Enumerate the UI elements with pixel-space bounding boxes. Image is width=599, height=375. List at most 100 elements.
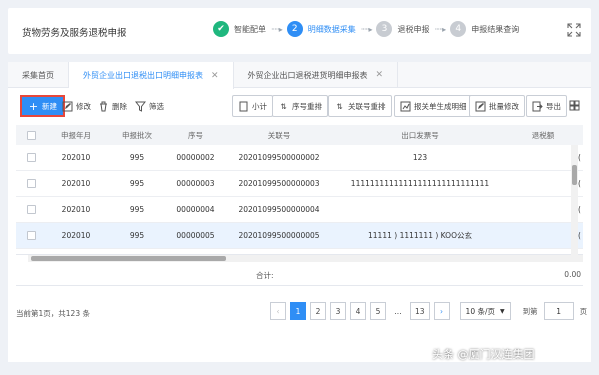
- column-header[interactable]: 申报批次: [106, 125, 168, 145]
- table-cell: 20201099500000003: [238, 179, 320, 188]
- export-button[interactable]: 导出: [526, 95, 567, 117]
- batch-edit-button[interactable]: 批量修改: [469, 95, 525, 117]
- step-number: 4: [450, 21, 467, 37]
- edit-button[interactable]: 修改: [62, 95, 91, 117]
- detail-table: 申报年月 申报批次 序号 关联号 出口发票号 退税额 202010 995 00…: [16, 125, 583, 255]
- sort-icon: ⇅: [336, 101, 343, 111]
- checkbox[interactable]: [26, 205, 36, 214]
- step-arrow-icon: ·····▸: [271, 24, 283, 34]
- goto-page-input[interactable]: [543, 302, 574, 320]
- new-button[interactable]: + 新建: [20, 95, 65, 117]
- toolbar: + 新建 修改 删除 筛选 小计 ⇅ 序号重排 ⇅ 关联号重排 报关单生成明细 …: [8, 95, 591, 117]
- table-cell: 00000004: [176, 205, 215, 214]
- checkbox[interactable]: [26, 153, 36, 162]
- export-label: 导出: [546, 101, 561, 111]
- table-cell: 202010: [61, 205, 91, 214]
- page-button[interactable]: 2: [310, 302, 326, 320]
- generate-detail-button[interactable]: 报关单生成明细: [394, 95, 473, 117]
- scroll-thumb[interactable]: [31, 256, 226, 261]
- related-renumber-label: 关联号重排: [348, 101, 386, 111]
- table-cell: 20201099500000005: [238, 231, 320, 240]
- tab-purchase-detail[interactable]: 外贸企业出口退税进货明细申报表 ✕: [234, 62, 399, 88]
- grid-settings-icon[interactable]: [569, 100, 580, 111]
- table-cell: 00000002: [176, 153, 215, 162]
- tab-label: 外贸企业出口退税出口明细申报表: [83, 71, 203, 80]
- total-row: 合计: 0.00: [16, 264, 583, 286]
- table-cell: 995: [129, 231, 145, 240]
- filter-button[interactable]: 筛选: [135, 95, 164, 117]
- fullscreen-icon[interactable]: [567, 23, 581, 37]
- delete-button[interactable]: 删除: [98, 95, 127, 117]
- delete-label: 删除: [112, 101, 127, 111]
- subtotal-button[interactable]: 小计: [232, 95, 273, 117]
- step-3[interactable]: 3 退税申报: [376, 21, 429, 37]
- table-row[interactable]: 202010 995 00000002 20201099500000002 12…: [16, 145, 583, 171]
- checkbox[interactable]: [26, 231, 36, 240]
- related-renumber-button[interactable]: ⇅ 关联号重排: [328, 95, 392, 117]
- filter-icon: [135, 101, 146, 112]
- table-row[interactable]: 202010 995 00000005 20201099500000005 11…: [16, 223, 583, 249]
- scroll-thumb[interactable]: [572, 165, 577, 185]
- page-size-value: 10 条/页: [465, 306, 496, 316]
- edit-label: 修改: [76, 101, 91, 111]
- step-arrow-icon: ·····▸: [434, 24, 446, 34]
- page-button[interactable]: 13: [410, 302, 430, 320]
- tab-export-detail[interactable]: 外贸企业出口退税出口明细申报表 ✕: [69, 62, 234, 89]
- total-label: 合计:: [256, 271, 274, 280]
- row-select[interactable]: [16, 223, 46, 248]
- seq-renumber-label: 序号重排: [292, 101, 322, 111]
- prev-page-button[interactable]: ‹: [270, 302, 286, 320]
- table-cell: 00000003: [176, 179, 215, 188]
- table-cell: 20201099500000004: [238, 205, 320, 214]
- row-select[interactable]: [16, 197, 46, 222]
- main-panel: 采集首页 外贸企业出口退税出口明细申报表 ✕ 外贸企业出口退税进货明细申报表 ✕…: [8, 62, 591, 362]
- table-cell: 202010: [61, 231, 91, 240]
- row-select[interactable]: [16, 145, 46, 170]
- table-cell: 202010: [61, 179, 91, 188]
- table-cell: 995: [129, 153, 145, 162]
- page-ellipsis: ...: [394, 306, 402, 316]
- column-header[interactable]: 申报年月: [46, 125, 106, 145]
- step-number: 3: [376, 21, 393, 37]
- vertical-scrollbar[interactable]: [571, 145, 578, 257]
- checkbox[interactable]: [26, 130, 36, 140]
- select-all-cell[interactable]: [16, 125, 46, 145]
- column-header[interactable]: 序号: [168, 125, 223, 145]
- goto-label: 到第: [522, 306, 538, 316]
- sort-icon: ⇅: [280, 101, 287, 111]
- step-4[interactable]: 4 申报结果查询: [450, 21, 519, 37]
- page-button[interactable]: 5: [370, 302, 386, 320]
- tab-collect-home[interactable]: 采集首页: [8, 62, 69, 88]
- row-select[interactable]: [16, 171, 46, 196]
- step-number: 2: [286, 21, 303, 37]
- table-cell: 202010: [61, 153, 91, 162]
- table-cell: 20201099500000002: [238, 153, 320, 162]
- step-1[interactable]: ✔ 智能配单: [213, 21, 266, 37]
- next-page-button[interactable]: ›: [433, 302, 450, 320]
- table-row[interactable]: 202010 995 00000004 20201099500000004 0.…: [16, 197, 583, 223]
- column-header[interactable]: 出口发票号: [335, 125, 505, 145]
- pagination: ‹ 1 2 3 4 5 ... 13 › 10 条/页 ▼ 到第 页: [270, 301, 587, 321]
- page-button[interactable]: 3: [330, 302, 346, 320]
- column-header[interactable]: 退税额: [505, 125, 583, 145]
- new-label: 新建: [42, 101, 57, 111]
- horizontal-scrollbar[interactable]: [28, 255, 583, 262]
- page-button[interactable]: 1: [290, 302, 306, 320]
- close-icon[interactable]: ✕: [211, 71, 219, 81]
- edit-icon: [62, 101, 73, 111]
- step-label: 申报结果查询: [471, 24, 520, 34]
- checkbox[interactable]: [26, 179, 36, 188]
- tab-label: 外贸企业出口退税进货明细申报表: [247, 70, 368, 80]
- seq-renumber-button[interactable]: ⇅ 序号重排: [272, 95, 328, 117]
- step-2[interactable]: 2 明细数据采集: [286, 21, 356, 37]
- page-button[interactable]: 4: [350, 302, 366, 320]
- step-label: 退税申报: [397, 24, 430, 34]
- step-label: 明细数据采集: [307, 24, 356, 34]
- column-header[interactable]: 关联号: [223, 125, 335, 145]
- chart-icon: [400, 101, 411, 111]
- table-cell: 123: [412, 153, 428, 162]
- page-size-select[interactable]: 10 条/页 ▼: [459, 302, 511, 320]
- table-cell: 11111111111111111111111111111: [350, 179, 490, 188]
- close-icon[interactable]: ✕: [376, 70, 384, 80]
- table-row[interactable]: 202010 995 00000003 20201099500000003 11…: [16, 171, 583, 197]
